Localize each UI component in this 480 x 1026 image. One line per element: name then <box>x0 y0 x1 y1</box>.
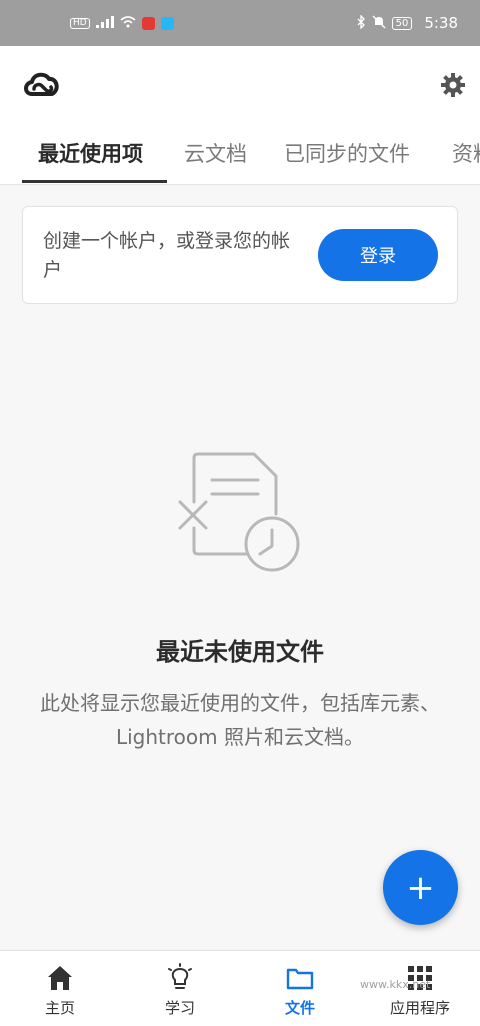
sign-in-message: 创建一个帐户，或登录您的帐户 <box>43 230 291 281</box>
app-notification-icon-2 <box>160 16 174 30</box>
nav-home-label: 主页 <box>44 999 75 1017</box>
login-button[interactable]: 登录 <box>318 229 438 281</box>
nav-files[interactable]: 文件 <box>240 951 360 1026</box>
gear-icon[interactable] <box>438 70 468 100</box>
status-bar-left: HD <box>70 16 174 30</box>
document-recent-icon <box>172 450 307 580</box>
tab-assets[interactable]: 资料 <box>452 138 480 168</box>
creative-cloud-logo-icon <box>20 64 62 106</box>
nav-apps-label: 应用程序 <box>389 999 450 1017</box>
lightbulb-icon <box>165 963 195 993</box>
bluetooth-icon <box>356 14 366 31</box>
nav-home[interactable]: 主页 <box>0 951 120 1026</box>
sign-in-card: 创建一个帐户，或登录您的帐户 登录 <box>22 206 458 304</box>
empty-state-description: 此处将显示您最近使用的文件，包括库元素、Lightroom 照片和云文档。 <box>40 691 440 749</box>
status-bar-right: 50 5:38 <box>356 14 458 32</box>
plus-icon: + <box>406 867 435 908</box>
empty-state-title: 最近未使用文件 <box>156 638 324 666</box>
signal-icon <box>95 16 114 30</box>
clock: 5:38 <box>424 14 458 32</box>
app-bar <box>0 46 480 124</box>
active-tab-indicator <box>22 180 167 183</box>
folder-icon <box>285 963 315 993</box>
tab-recent[interactable]: 最近使用项 <box>38 138 143 168</box>
wifi-icon <box>120 16 136 30</box>
mute-icon <box>372 15 386 31</box>
tab-cloud-documents[interactable]: 云文档 <box>184 138 247 168</box>
status-bar: HD 50 5:38 <box>0 0 480 46</box>
tab-bar: 最近使用项 云文档 已同步的文件 资料 <box>0 124 480 185</box>
app-notification-icon <box>141 16 155 30</box>
nav-files-label: 文件 <box>284 999 315 1017</box>
watermark: www.kkx.net <box>360 978 431 991</box>
nav-learn[interactable]: 学习 <box>120 951 240 1026</box>
hd-icon: HD <box>70 17 90 29</box>
tab-synced-files[interactable]: 已同步的文件 <box>284 138 410 168</box>
add-button[interactable]: + <box>383 850 458 925</box>
battery-icon: 50 <box>391 16 413 30</box>
nav-learn-label: 学习 <box>164 999 195 1017</box>
home-icon <box>45 963 75 993</box>
